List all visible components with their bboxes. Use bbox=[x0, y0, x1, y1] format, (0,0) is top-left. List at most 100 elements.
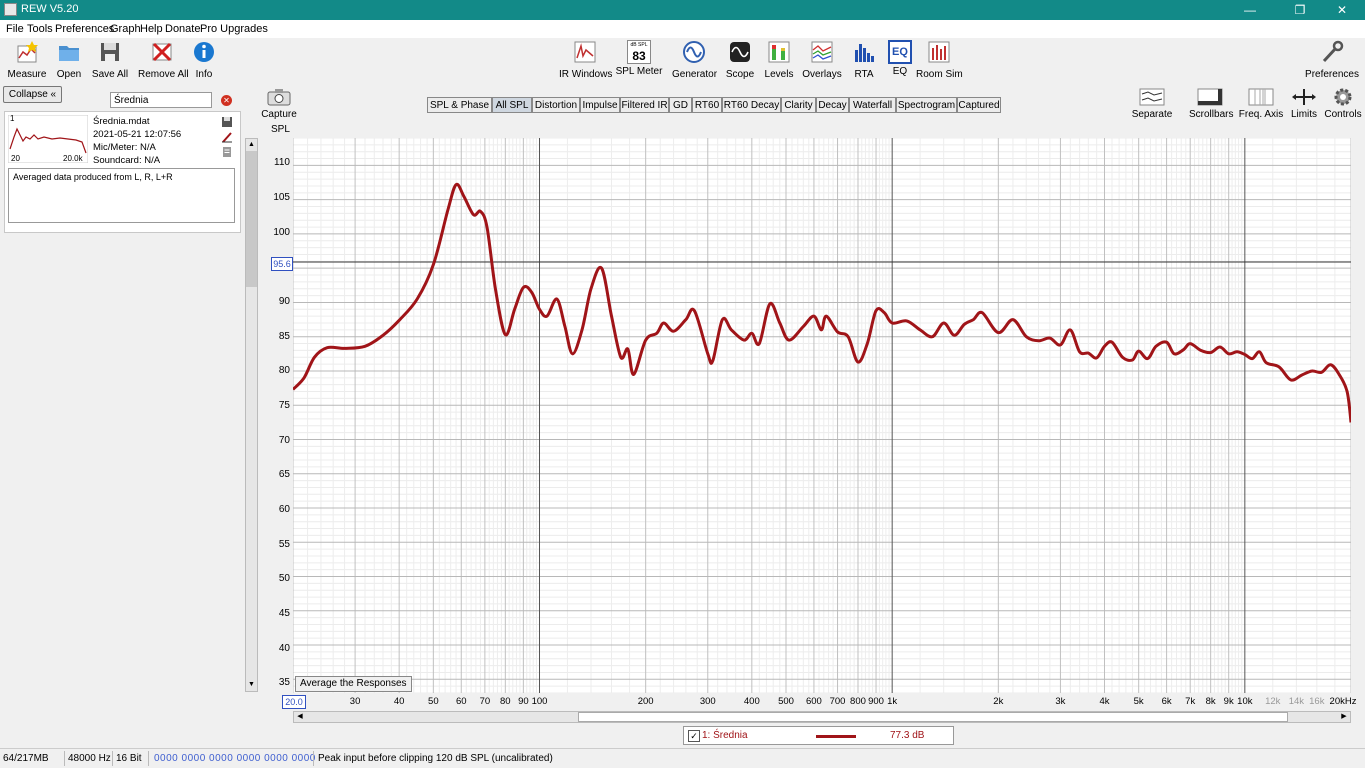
x-tick-label: 4k bbox=[1099, 696, 1110, 707]
capture-button[interactable]: Capture bbox=[261, 88, 297, 120]
menu-donate[interactable]: Donate bbox=[165, 23, 200, 35]
memory-usage: 64/217MB bbox=[3, 753, 49, 764]
preferences-button[interactable]: Preferences bbox=[1304, 40, 1360, 80]
y-tick-label: 80 bbox=[278, 365, 290, 376]
tab-waterfall[interactable]: Waterfall bbox=[849, 97, 896, 113]
tab-impulse[interactable]: Impulse bbox=[580, 97, 620, 113]
tab-captured[interactable]: Captured bbox=[957, 97, 1001, 113]
x-tick-label: 800 bbox=[850, 696, 866, 707]
menu-graph[interactable]: Graph bbox=[110, 23, 141, 35]
minimize-button[interactable]: — bbox=[1227, 0, 1273, 20]
x-tick-label: 7k bbox=[1185, 696, 1196, 707]
horizontal-scrollbar[interactable]: ◀ ▶ bbox=[293, 711, 1351, 723]
freq-axis-button[interactable]: Freq. Axis bbox=[1238, 88, 1284, 120]
window-title: REW V5.20 bbox=[21, 3, 79, 15]
room-sim-icon bbox=[928, 41, 950, 63]
measurement-card[interactable]: 1 20 20.0k Średnia.mdat 2021-05-21 12:07… bbox=[4, 111, 241, 233]
measurement-name[interactable]: Średnia.mdat bbox=[93, 116, 150, 127]
clear-filter-icon[interactable]: ✕ bbox=[221, 95, 232, 106]
tab-spl-phase[interactable]: SPL & Phase bbox=[427, 97, 492, 113]
y-tick-label: 85 bbox=[278, 331, 290, 342]
y-tick-label: 110 bbox=[274, 157, 290, 168]
maximize-button[interactable]: ❐ bbox=[1277, 0, 1323, 20]
menu-preferences[interactable]: Preferences bbox=[55, 23, 114, 35]
spl-meter-icon: dB SPL 83 bbox=[627, 40, 651, 64]
scroll-down-arrow[interactable]: ▼ bbox=[246, 679, 257, 691]
remove-all-button[interactable]: Remove All bbox=[138, 40, 189, 80]
color-pen-icon[interactable] bbox=[221, 131, 233, 143]
bit-depth: 16 Bit bbox=[116, 753, 142, 764]
wrench-icon bbox=[1322, 40, 1344, 63]
close-button[interactable]: ✕ bbox=[1319, 0, 1365, 20]
x-tick-label: 8k bbox=[1205, 696, 1216, 707]
vertical-scrollbar[interactable]: ▲ ▼ bbox=[245, 138, 258, 692]
separate-button[interactable]: Separate bbox=[1130, 88, 1174, 120]
tab-all-spl[interactable]: All SPL bbox=[492, 97, 532, 113]
room-sim-button[interactable]: Room Sim bbox=[916, 40, 963, 80]
collapse-button[interactable]: Collapse « bbox=[3, 86, 62, 103]
overlays-icon bbox=[811, 41, 833, 63]
save-measurement-icon[interactable] bbox=[221, 116, 233, 128]
tab-filtered-ir[interactable]: Filtered IR bbox=[620, 97, 669, 113]
title-bar: REW V5.20 — ❐ ✕ bbox=[0, 0, 1365, 20]
levels-button[interactable]: Levels bbox=[764, 40, 794, 80]
thumbnail-x-end: 20.0k bbox=[63, 154, 83, 163]
menu-help[interactable]: Help bbox=[140, 23, 163, 35]
scroll-right-arrow[interactable]: ▶ bbox=[1338, 712, 1350, 722]
tab-distortion[interactable]: Distortion bbox=[532, 97, 580, 113]
limits-button[interactable]: Limits bbox=[1290, 88, 1318, 120]
vertical-scroll-thumb[interactable] bbox=[246, 151, 257, 287]
tab-rt60[interactable]: RT60 bbox=[692, 97, 722, 113]
spl-graph[interactable] bbox=[293, 138, 1351, 693]
measurement-date: 2021-05-21 12:07:56 bbox=[93, 129, 182, 140]
average-responses-button[interactable]: Average the Responses bbox=[295, 676, 412, 692]
tab-gd[interactable]: GD bbox=[669, 97, 692, 113]
overlays-label: Overlays bbox=[802, 69, 842, 80]
x-tick-label: 50 bbox=[428, 696, 439, 707]
ir-windows-button[interactable]: IR Windows bbox=[559, 40, 612, 80]
overlays-button[interactable]: Overlays bbox=[802, 40, 842, 80]
scroll-left-arrow[interactable]: ◀ bbox=[294, 712, 306, 722]
controls-button[interactable]: Controls bbox=[1324, 88, 1362, 120]
x-start-readout[interactable]: 20.0 bbox=[282, 695, 306, 709]
scope-icon bbox=[730, 42, 750, 62]
measurement-info-icon[interactable] bbox=[221, 146, 233, 158]
legend-checkbox[interactable]: ✓ bbox=[688, 730, 700, 742]
measurement-notes[interactable]: Averaged data produced from L, R, L+R bbox=[8, 168, 235, 223]
tab-clarity[interactable]: Clarity bbox=[781, 97, 816, 113]
y-axis-label: SPL bbox=[271, 124, 290, 135]
y-tick-label: 35 bbox=[278, 677, 290, 688]
measurements-panel: Collapse « Średnia ✕ 1 20 20.0k Średnia.… bbox=[0, 84, 244, 748]
menu-pro-upgrades[interactable]: Pro Upgrades bbox=[200, 23, 268, 35]
x-tick-label: 40 bbox=[393, 696, 405, 707]
gear-icon bbox=[1334, 88, 1352, 106]
tab-rt60-decay[interactable]: RT60 Decay bbox=[722, 97, 781, 113]
tab-decay[interactable]: Decay bbox=[816, 97, 849, 113]
status-bar: 64/217MB 48000 Hz 16 Bit 0000 0000 0000 … bbox=[0, 748, 1365, 768]
scroll-up-arrow[interactable]: ▲ bbox=[246, 139, 257, 151]
x-tick-label: 900 bbox=[868, 696, 884, 707]
menu-file[interactable]: File bbox=[6, 23, 24, 35]
save-all-label: Save All bbox=[91, 69, 129, 80]
controls-label: Controls bbox=[1324, 109, 1362, 120]
open-button[interactable]: Open bbox=[54, 40, 84, 80]
menu-tools[interactable]: Tools bbox=[27, 23, 53, 35]
tab-spectrogram[interactable]: Spectrogram bbox=[896, 97, 957, 113]
filter-input[interactable]: Średnia bbox=[110, 92, 212, 108]
x-tick-label: 100 bbox=[531, 696, 548, 707]
scope-button[interactable]: Scope bbox=[725, 40, 755, 80]
scrollbars-button[interactable]: Scrollbars bbox=[1189, 88, 1233, 120]
spl-meter-label: SPL Meter bbox=[615, 66, 663, 77]
spl-meter-button[interactable]: dB SPL 83 SPL Meter bbox=[615, 40, 663, 77]
y-tick-label: 75 bbox=[278, 400, 290, 411]
preferences-label: Preferences bbox=[1305, 69, 1359, 80]
x-tick-label: 80 bbox=[500, 696, 511, 707]
freq-axis-label: Freq. Axis bbox=[1238, 109, 1284, 120]
eq-button[interactable]: EQ EQ bbox=[887, 40, 913, 77]
measure-button[interactable]: Measure bbox=[7, 40, 47, 80]
horizontal-scroll-thumb[interactable] bbox=[578, 712, 1288, 722]
rta-button[interactable]: RTA bbox=[851, 40, 877, 80]
info-button[interactable]: Info bbox=[192, 40, 216, 80]
save-all-button[interactable]: Save All bbox=[91, 40, 129, 80]
generator-button[interactable]: Generator bbox=[672, 40, 717, 80]
